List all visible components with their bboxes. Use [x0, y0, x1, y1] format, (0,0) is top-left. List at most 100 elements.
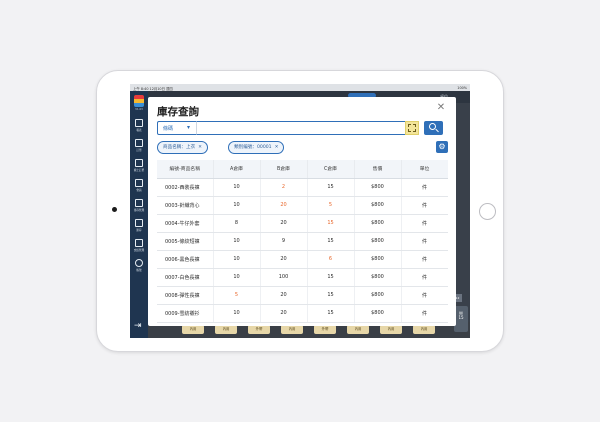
online-order-icon: [135, 159, 143, 167]
table-row[interactable]: 0009-雪紡襯衫 10 20 15 $800 件: [157, 304, 448, 323]
close-icon[interactable]: ✕: [198, 145, 202, 150]
table-row[interactable]: 0002-西裝長褲 10 2 15 $800 件: [157, 178, 448, 197]
table-cell-a: 10: [213, 268, 261, 287]
table-tile[interactable]: 內用: [281, 325, 303, 334]
table-cell-name: 0008-彈性長褲: [157, 286, 214, 305]
column-header[interactable]: 售價: [354, 160, 402, 179]
column-header[interactable]: A倉庫: [213, 160, 261, 179]
table-row[interactable]: 0005-條紋短褲 10 9 15 $800 件: [157, 232, 448, 251]
table-row[interactable]: 0006-黑色長褲 10 20 6 $800 件: [157, 250, 448, 269]
table-cell-a: 10: [213, 196, 261, 215]
table-tile[interactable]: 內用: [347, 325, 369, 334]
inventory-icon: [135, 219, 143, 227]
sidebar-item-label: 線上訂單: [133, 169, 145, 172]
table-tile[interactable]: 外帶: [248, 325, 270, 334]
sidebar-item-shift[interactable]: 交班管理: [130, 237, 148, 255]
filter-chip-product-name[interactable]: 商品名稱：上衣 ✕: [157, 141, 209, 154]
table-cell-a: 10: [213, 232, 261, 251]
status-bar: 上午 8:40 12月10日 週四 100%: [130, 84, 470, 91]
sidebar-item-storage[interactable]: 寄存管理: [130, 197, 148, 215]
home-button[interactable]: [479, 203, 496, 220]
table-cell-b: 9: [260, 232, 308, 251]
search-input[interactable]: [196, 121, 406, 135]
table-row[interactable]: 0008-彈性長褲 5 20 15 $800 件: [157, 286, 448, 305]
filter-chip-label: 類別編號：00001: [234, 145, 272, 150]
sidebar-item-label: 交班管理: [133, 249, 145, 252]
filter-chip-category[interactable]: 類別編號：00001 ✕: [228, 141, 285, 154]
table-tile[interactable]: 內用: [380, 325, 402, 334]
inventory-query-modal: 庫存查詢 ✕ 條碼 ▾ 商品名稱：上衣 ✕ 類別編號：00001 ✕ ⚙ 編號-…: [148, 97, 456, 326]
sidebar-item-account[interactable]: 帳號: [130, 257, 148, 275]
table-cell-unit: 件: [401, 232, 448, 251]
member-icon: [135, 179, 143, 187]
sidebar-item-member[interactable]: 會員: [130, 177, 148, 195]
table-cell-c: 15: [307, 304, 355, 323]
table-cell-b: 100: [260, 268, 308, 287]
column-header[interactable]: C倉庫: [307, 160, 355, 179]
table-cell-c: 15: [307, 268, 355, 287]
table-row[interactable]: 0007-白色長褲 10 100 15 $800 件: [157, 268, 448, 287]
inventory-table: 編號-商品名稱 A倉庫 B倉庫 C倉庫 售價 單位 0002-西裝長褲 10 2 15…: [157, 160, 448, 323]
table-cell-unit: 件: [401, 304, 448, 323]
table-cell-price: $800: [354, 286, 402, 305]
search-type-select[interactable]: 條碼 ▾: [157, 121, 197, 135]
table-cell-name: 0009-雪紡襯衫: [157, 304, 214, 323]
table-cell-a: 10: [213, 304, 261, 323]
battery-status: 100%: [457, 85, 467, 90]
sidebar-item-label: 帳號: [136, 269, 142, 272]
table-cell-a: 10: [213, 178, 261, 197]
table-cell-unit: 件: [401, 196, 448, 215]
table-cell-b: 20: [260, 286, 308, 305]
table-header-row: 編號-商品名稱 A倉庫 B倉庫 C倉庫 售價 單位: [157, 160, 448, 179]
sidebar-item-label: 訂單: [136, 149, 142, 152]
column-header[interactable]: 單位: [401, 160, 448, 179]
sidebar-item-report[interactable]: 報表: [130, 117, 148, 135]
table-cell-c: 15: [307, 178, 355, 197]
sidebar-item-order[interactable]: 訂單: [130, 137, 148, 155]
table-cell-c: 15: [307, 232, 355, 251]
column-header[interactable]: 編號-商品名稱: [157, 160, 214, 179]
sidebar-item-online-order[interactable]: 線上訂單: [130, 157, 148, 175]
column-header[interactable]: B倉庫: [260, 160, 308, 179]
table-tile[interactable]: 內用: [182, 325, 204, 334]
table-cell-b: 20: [260, 304, 308, 323]
table-cell-c: 15: [307, 214, 355, 233]
sidebar-item-label: 寄存管理: [133, 209, 145, 212]
search-button[interactable]: [424, 121, 443, 135]
shift-icon: [135, 239, 143, 247]
sidebar-item-label: 會員: [136, 189, 142, 192]
table-tile[interactable]: 外帶: [314, 325, 336, 334]
gear-icon: ⚙: [438, 142, 446, 151]
search-type-value: 條碼: [163, 126, 174, 132]
right-side-card[interactable]: ▤ 15: [454, 306, 468, 332]
table-cell-name: 0007-白色長褲: [157, 268, 214, 287]
logout-icon[interactable]: ⇥: [134, 321, 144, 331]
camera-dot: [112, 207, 117, 212]
table-cell-unit: 件: [401, 268, 448, 287]
table-cell-price: $800: [354, 304, 402, 323]
table-cell-b: 20: [260, 250, 308, 269]
close-icon[interactable]: ✕: [436, 103, 446, 113]
table-row[interactable]: 0003-針織背心 10 20 5 $800 件: [157, 196, 448, 215]
table-cell-b: 2: [260, 178, 308, 197]
table-cell-unit: 件: [401, 286, 448, 305]
close-icon[interactable]: ✕: [275, 145, 279, 150]
table-cell-unit: 件: [401, 214, 448, 233]
table-cell-b: 20: [260, 196, 308, 215]
table-tile[interactable]: 內用: [215, 325, 237, 334]
sidebar-item-label: 報表: [136, 129, 142, 132]
table-row[interactable]: 0004-牛仔外套 8 20 15 $800 件: [157, 214, 448, 233]
app-screen: 上午 8:40 12月10日 週四 100% V1.03 報表 訂單 線上訂單 …: [130, 84, 470, 338]
barcode-scan-button[interactable]: [405, 121, 419, 135]
account-icon: [135, 259, 143, 267]
table-cell-a: 8: [213, 214, 261, 233]
table-cell-price: $800: [354, 196, 402, 215]
settings-button[interactable]: ⚙: [436, 141, 448, 153]
filter-chip-label: 商品名稱：上衣: [163, 145, 196, 150]
order-icon: [135, 139, 143, 147]
table-tile[interactable]: 內用: [413, 325, 435, 334]
chevron-down-icon: ▾: [187, 124, 191, 131]
storage-icon: [135, 199, 143, 207]
sidebar-item-inventory[interactable]: 庫存: [130, 217, 148, 235]
table-cell-name: 0005-條紋短褲: [157, 232, 214, 251]
